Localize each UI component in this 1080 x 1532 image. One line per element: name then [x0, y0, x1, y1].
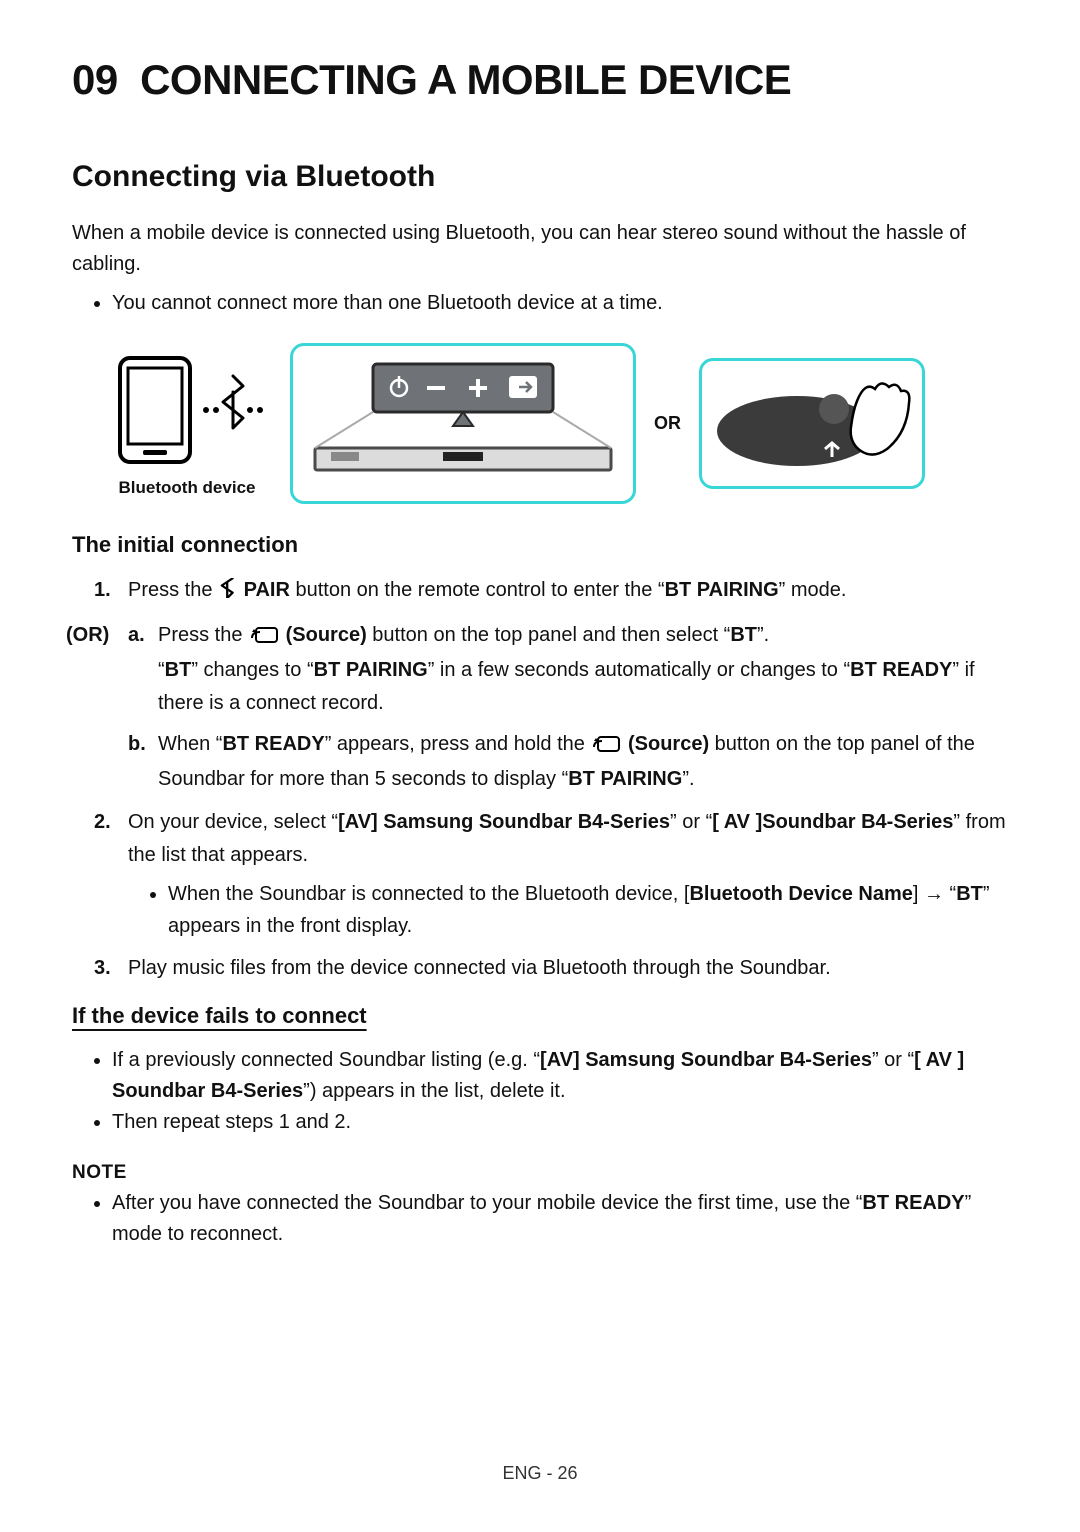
step-2-sub: When the Soundbar is connected to the Bl…: [168, 878, 1008, 942]
soundbar-figure-box: [290, 343, 636, 504]
phone-bluetooth-illustration: [102, 350, 272, 470]
chapter-text: CONNECTING A MOBILE DEVICE: [140, 56, 791, 103]
page-footer: ENG - 26: [0, 1463, 1080, 1484]
step-1-text: Press the PAIR button on the remote cont…: [128, 579, 846, 601]
source-icon: [592, 730, 620, 763]
step-1: 1. Press the PAIR button on the remote c…: [72, 574, 1008, 609]
intro-bullets: You cannot connect more than one Bluetoo…: [72, 288, 1008, 319]
section-title: Connecting via Bluetooth: [72, 160, 1008, 194]
step-3: 3. Play music files from the device conn…: [72, 952, 1008, 985]
fail-heading: If the device fails to connect: [72, 1003, 1008, 1029]
step-1a: a. Press the (Source) button on the top …: [128, 619, 1008, 720]
step-2-sublist: When the Soundbar is connected to the Bl…: [128, 878, 1008, 942]
top-panel-touch-figure-box: [699, 358, 925, 489]
bluetooth-icon: [220, 576, 236, 609]
step-1b: b. When “BT READY” appears, press and ho…: [128, 728, 1008, 796]
note-bullets: After you have connected the Soundbar to…: [72, 1188, 1008, 1250]
page: 09 CONNECTING A MOBILE DEVICE Connecting…: [0, 0, 1080, 1532]
soundbar-top-panel-illustration: [303, 356, 623, 486]
source-icon: [250, 621, 278, 654]
fail-bullet-1: If a previously connected Soundbar listi…: [112, 1045, 1008, 1107]
or-tag: (OR): [66, 619, 109, 652]
note-label: NOTE: [72, 1162, 1008, 1184]
step-1-sublist: a. Press the (Source) button on the top …: [128, 619, 1008, 796]
or-label: OR: [654, 413, 681, 434]
step-3-number: 3.: [94, 952, 111, 985]
fail-bullets: If a previously connected Soundbar listi…: [72, 1045, 1008, 1138]
step-2-number: 2.: [94, 806, 111, 839]
chapter-title: 09 CONNECTING A MOBILE DEVICE: [72, 56, 1008, 104]
bluetooth-device-figure: Bluetooth device: [102, 350, 272, 498]
initial-connection-heading: The initial connection: [72, 532, 1008, 558]
step-1-or: (OR) a. Press the (Source) button on the…: [72, 619, 1008, 796]
step-1-number: 1.: [94, 574, 111, 607]
chapter-number: 09: [72, 56, 118, 103]
note-bullet-1: After you have connected the Soundbar to…: [112, 1188, 1008, 1250]
step-2: 2. On your device, select “[AV] Samsung …: [72, 806, 1008, 942]
figure-row: Bluetooth device OR: [102, 343, 1008, 504]
bluetooth-device-caption: Bluetooth device: [119, 478, 256, 498]
top-panel-touch-illustration: [712, 371, 912, 471]
intro-bullet-1: You cannot connect more than one Bluetoo…: [112, 288, 1008, 319]
initial-steps: 1. Press the PAIR button on the remote c…: [72, 574, 1008, 985]
intro-paragraph: When a mobile device is connected using …: [72, 218, 1008, 280]
fail-bullet-2: Then repeat steps 1 and 2.: [112, 1107, 1008, 1138]
